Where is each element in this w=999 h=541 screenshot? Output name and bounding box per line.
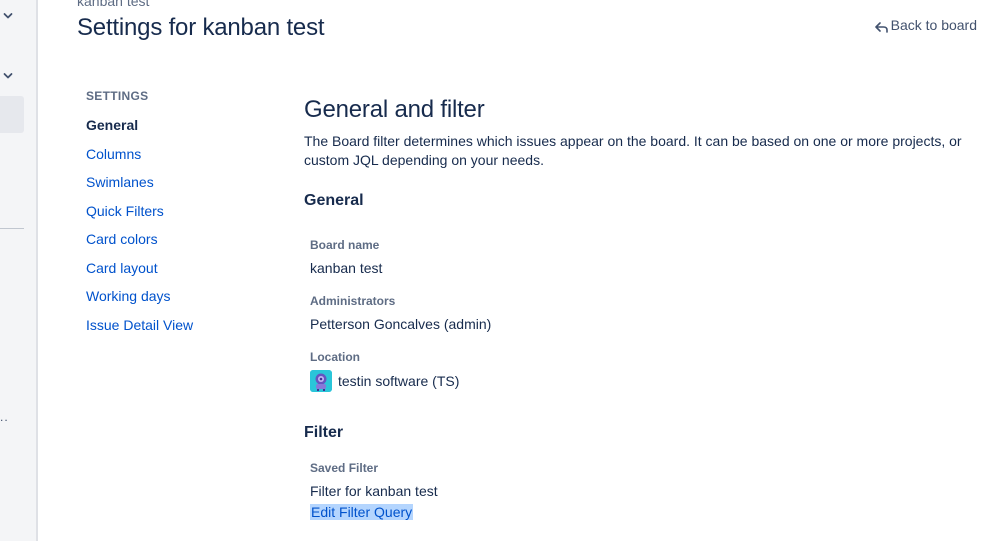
- saved-filter-label: Saved Filter: [310, 461, 379, 475]
- settings-nav: SETTINGS General Columns Swimlanes Quick…: [86, 89, 266, 345]
- back-to-board-link[interactable]: Back to board: [874, 17, 977, 33]
- nav-item-label: Quick Filters: [86, 202, 164, 219]
- nav-item-issue-detail-view[interactable]: Issue Detail View: [86, 317, 266, 346]
- settings-content: General and filter The Board filter dete…: [304, 96, 984, 520]
- general-heading: General: [304, 192, 364, 209]
- chevron-down-icon[interactable]: [2, 10, 14, 22]
- back-arrow-icon: [874, 20, 888, 33]
- nav-item-label: Issue Detail View: [86, 316, 194, 333]
- nav-item-columns[interactable]: Columns: [86, 146, 266, 175]
- sidebar-divider: [0, 228, 24, 229]
- nav-item-label: General: [86, 117, 139, 133]
- saved-filter-field: Saved Filter Filter for kanban test Edit…: [310, 461, 438, 522]
- nav-item-label: Working days: [86, 288, 171, 304]
- breadcrumb[interactable]: kanban test: [77, 0, 149, 9]
- board-name-label: Board name: [310, 238, 380, 252]
- administrators-field: Administrators Petterson Goncalves (admi…: [310, 294, 491, 332]
- board-name-value[interactable]: kanban test: [310, 260, 382, 276]
- edit-filter-query-link[interactable]: Edit Filter Query: [310, 504, 414, 520]
- project-sidebar-collapsed: ..: [0, 0, 38, 541]
- section-description: The Board filter determines which issues…: [304, 133, 962, 168]
- nav-item-label: Columns: [86, 145, 142, 162]
- nav-item-card-colors[interactable]: Card colors: [86, 231, 266, 260]
- nav-item-working-days[interactable]: Working days: [86, 288, 266, 317]
- nav-item-label: Swimlanes: [86, 174, 154, 190]
- page-title: Settings for kanban test: [77, 14, 325, 41]
- nav-item-general[interactable]: General: [86, 117, 266, 146]
- nav-item-quick-filters[interactable]: Quick Filters: [86, 203, 266, 232]
- settings-nav-heading: SETTINGS: [86, 89, 149, 103]
- location-name: testin software (TS): [338, 373, 460, 389]
- back-to-board-label: Back to board: [890, 17, 977, 33]
- project-avatar-icon: [310, 370, 332, 392]
- nav-item-label: Card layout: [86, 259, 158, 276]
- location-field: Location testin software (TS): [310, 350, 459, 392]
- saved-filter-value: Filter for kanban test: [310, 483, 438, 499]
- administrators-label: Administrators: [310, 294, 396, 308]
- settings-nav-list: General Columns Swimlanes Quick Filters …: [86, 117, 266, 345]
- sidebar-more-indicator[interactable]: ..: [0, 410, 9, 424]
- administrators-value[interactable]: Petterson Goncalves (admin): [310, 316, 491, 332]
- location-value[interactable]: testin software (TS): [310, 370, 459, 392]
- section-title: General and filter: [304, 96, 485, 123]
- nav-item-swimlanes[interactable]: Swimlanes: [86, 174, 266, 203]
- filter-heading: Filter: [304, 424, 344, 441]
- location-label: Location: [310, 350, 360, 364]
- nav-item-label: Card colors: [86, 231, 158, 247]
- nav-item-card-layout[interactable]: Card layout: [86, 260, 266, 289]
- board-name-field: Board name kanban test: [310, 238, 382, 276]
- sidebar-active-item[interactable]: [0, 96, 24, 133]
- chevron-down-icon[interactable]: [2, 70, 14, 82]
